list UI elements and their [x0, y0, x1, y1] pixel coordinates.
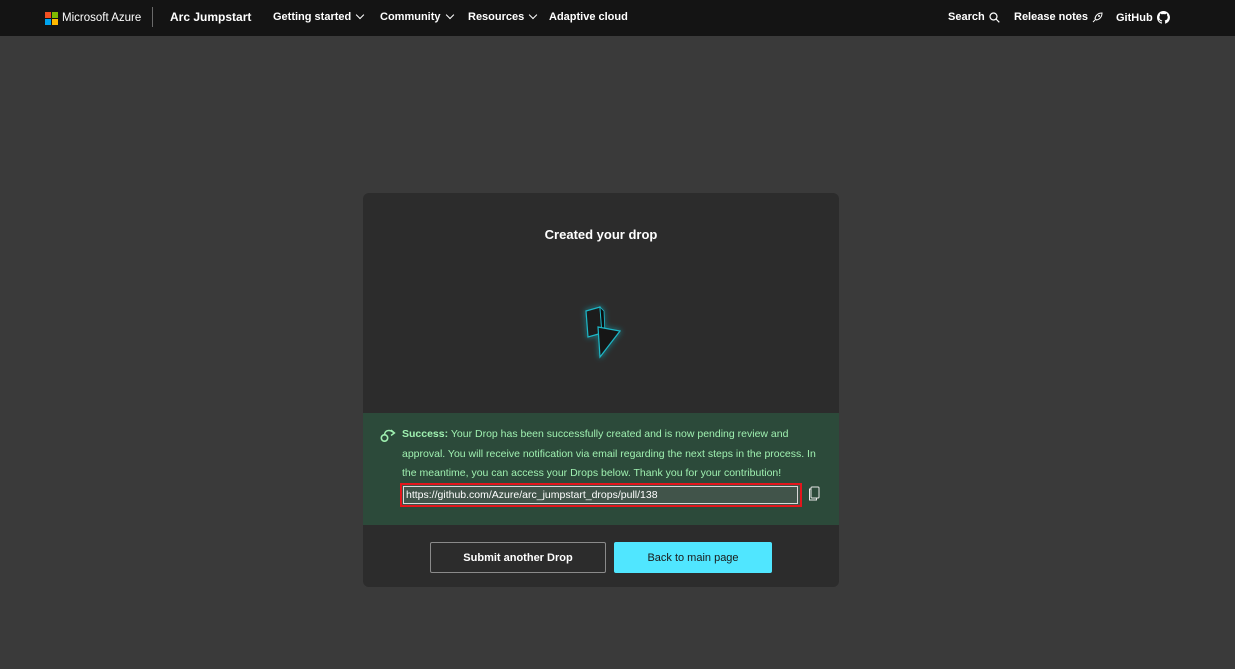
nav-label: Search	[948, 11, 985, 23]
nav-github[interactable]: GitHub	[1116, 11, 1170, 24]
success-label: Success:	[402, 428, 449, 440]
drop-link-input[interactable]	[403, 486, 798, 504]
header-divider	[152, 7, 153, 27]
back-to-main-page-button[interactable]: Back to main page	[614, 542, 772, 573]
nav-getting-started[interactable]: Getting started	[273, 10, 365, 23]
nav-community[interactable]: Community	[380, 10, 454, 23]
drop-link-field-highlight	[400, 483, 802, 507]
drop-logo-icon	[585, 305, 622, 359]
github-icon	[1156, 11, 1170, 24]
top-navigation-bar: Microsoft Azure Arc Jumpstart Getting st…	[0, 0, 1235, 36]
success-icon	[380, 429, 396, 443]
drop-created-card: Created your drop Success: Your Drop has…	[363, 193, 839, 587]
success-message-box: Success: Your Drop has been successfully…	[363, 413, 839, 525]
submit-another-drop-button[interactable]: Submit another Drop	[430, 542, 606, 573]
nav-search[interactable]: Search	[948, 11, 1000, 23]
nav-label: Release notes	[1014, 11, 1088, 23]
success-message: Success: Your Drop has been successfully…	[402, 425, 828, 484]
site-title[interactable]: Arc Jumpstart	[170, 10, 251, 24]
chevron-down-icon	[445, 10, 454, 20]
nav-resources[interactable]: Resources	[468, 10, 538, 23]
search-icon	[989, 11, 1000, 23]
microsoft-logo-icon	[45, 11, 58, 25]
card-title: Created your drop	[544, 227, 658, 242]
nav-release-notes[interactable]: Release notes	[1014, 11, 1103, 23]
nav-adaptive-cloud[interactable]: Adaptive cloud	[549, 11, 628, 23]
microsoft-azure-brand[interactable]: Microsoft Azure	[45, 10, 141, 26]
chevron-down-icon	[529, 10, 538, 20]
copy-icon[interactable]	[808, 486, 820, 501]
success-body: Your Drop has been successfully created …	[402, 428, 816, 479]
nav-label: Community	[380, 11, 441, 23]
nav-label: Getting started	[273, 11, 352, 23]
nav-label: GitHub	[1116, 11, 1153, 24]
chevron-down-icon	[355, 10, 365, 20]
nav-label: Adaptive cloud	[549, 11, 628, 23]
rocket-icon	[1092, 11, 1103, 22]
nav-label: Resources	[468, 11, 525, 23]
brand-label: Microsoft Azure	[62, 12, 142, 24]
